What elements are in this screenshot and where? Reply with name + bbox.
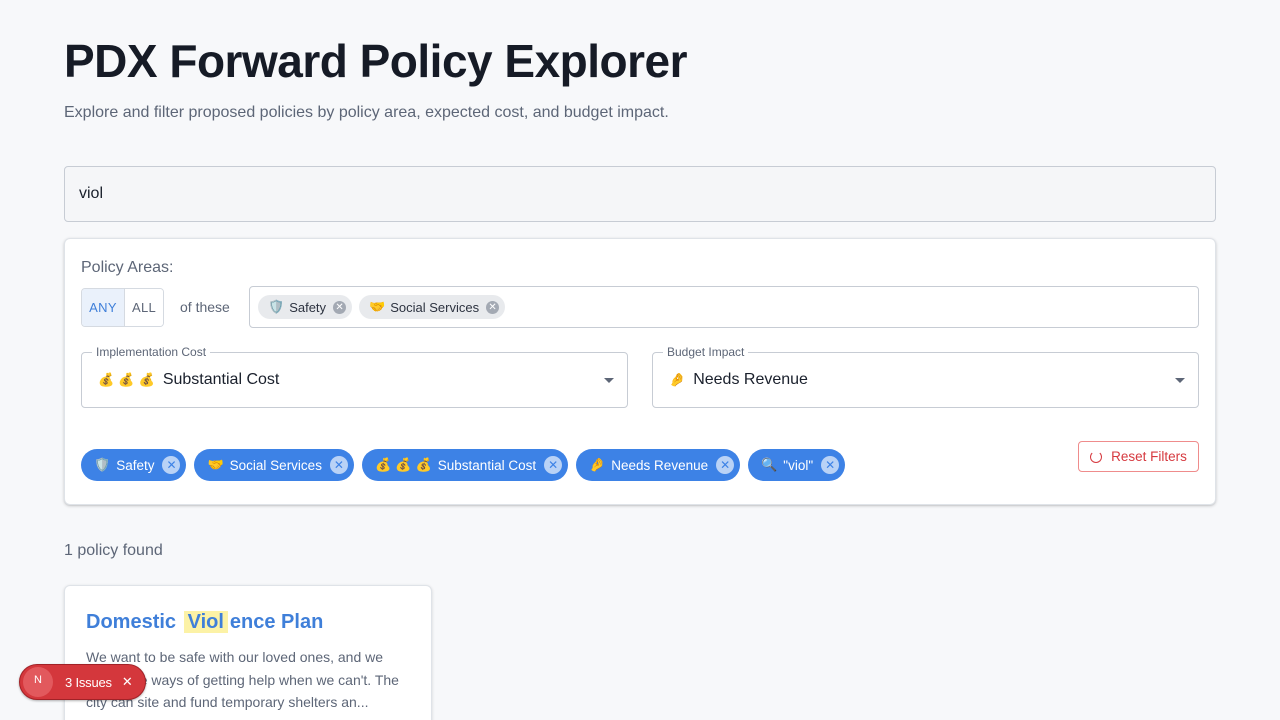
filter-panel: Policy Areas: ANY ALL of these 🛡️ Safety… bbox=[64, 238, 1216, 505]
close-icon[interactable]: ✕ bbox=[122, 675, 133, 690]
refresh-icon bbox=[1090, 450, 1103, 463]
nextjs-logo-icon: N bbox=[23, 667, 53, 697]
reset-filters-label: Reset Filters bbox=[1111, 449, 1187, 464]
page-subtitle: Explore and filter proposed policies by … bbox=[64, 104, 669, 121]
pinched-fingers-icon: 🤌 bbox=[589, 457, 606, 473]
of-these-label: of these bbox=[180, 299, 230, 315]
issues-badge[interactable]: N 3 Issues ✕ bbox=[19, 664, 146, 700]
active-chip-label: Social Services bbox=[229, 457, 322, 473]
active-chip-substantial-cost[interactable]: 💰 💰 💰 Substantial Cost ✕ bbox=[361, 449, 569, 481]
shield-icon: 🛡️ bbox=[268, 299, 285, 315]
shield-icon: 🛡️ bbox=[94, 457, 111, 473]
budget-impact-select[interactable]: Budget Impact 🤌 Needs Revenue bbox=[652, 345, 1199, 408]
active-chip-label: "viol" bbox=[783, 457, 814, 473]
reset-filters-button[interactable]: Reset Filters bbox=[1078, 441, 1199, 472]
dropdown-arrow-icon bbox=[1175, 378, 1185, 383]
page-title: PDX Forward Policy Explorer bbox=[64, 35, 688, 87]
active-chip-search[interactable]: 🔍 "viol" ✕ bbox=[748, 449, 846, 481]
remove-filter-icon[interactable]: ✕ bbox=[162, 456, 181, 474]
remove-chip-icon[interactable]: ✕ bbox=[486, 300, 500, 314]
area-chip-label: Social Services bbox=[390, 299, 480, 315]
area-chip-social-services[interactable]: 🤝 Social Services ✕ bbox=[359, 295, 506, 319]
money-bag-icon: 💰 💰 💰 bbox=[374, 457, 432, 473]
budget-impact-value: Needs Revenue bbox=[693, 371, 808, 388]
search-match-highlight: Viol bbox=[183, 611, 228, 633]
pinched-fingers-icon: 🤌 bbox=[669, 372, 686, 388]
implementation-cost-select[interactable]: Implementation Cost 💰 💰 💰 Substantial Co… bbox=[81, 345, 628, 408]
policy-areas-label: Policy Areas: bbox=[81, 259, 174, 276]
active-chip-safety[interactable]: 🛡️ Safety ✕ bbox=[81, 449, 187, 481]
implementation-cost-label: Implementation Cost bbox=[92, 345, 211, 359]
active-filter-chips: 🛡️ Safety ✕ 🤝 Social Services ✕ 💰 💰 💰 Su… bbox=[81, 449, 846, 481]
title-text: ence Plan bbox=[229, 611, 324, 633]
implementation-cost-value: Substantial Cost bbox=[162, 371, 280, 388]
results-count: 1 policy found bbox=[64, 542, 163, 559]
policy-card-title[interactable]: Domestic Viol ence Plan bbox=[86, 611, 323, 634]
match-any-button[interactable]: ANY bbox=[82, 289, 125, 326]
remove-filter-icon[interactable]: ✕ bbox=[716, 456, 735, 474]
title-text: Domestic bbox=[86, 611, 177, 633]
active-chip-label: Safety bbox=[116, 457, 155, 473]
dropdown-arrow-icon bbox=[604, 378, 614, 383]
money-bag-icon: 💰 💰 💰 bbox=[98, 372, 155, 388]
policy-area-multiselect[interactable]: 🛡️ Safety ✕ 🤝 Social Services ✕ bbox=[249, 286, 1199, 328]
active-chip-label: Substantial Cost bbox=[437, 457, 537, 473]
remove-chip-icon[interactable]: ✕ bbox=[333, 300, 347, 314]
area-chip-label: Safety bbox=[289, 299, 327, 315]
active-chip-needs-revenue[interactable]: 🤌 Needs Revenue ✕ bbox=[576, 449, 741, 481]
active-chip-social-services[interactable]: 🤝 Social Services ✕ bbox=[194, 449, 354, 481]
remove-filter-icon[interactable]: ✕ bbox=[821, 456, 840, 474]
handshake-icon: 🤝 bbox=[369, 299, 386, 315]
handshake-icon: 🤝 bbox=[207, 457, 224, 473]
search-input[interactable] bbox=[64, 166, 1216, 222]
match-all-button[interactable]: ALL bbox=[125, 289, 163, 326]
issues-label[interactable]: 3 Issues bbox=[65, 675, 112, 690]
remove-filter-icon[interactable]: ✕ bbox=[544, 456, 563, 474]
remove-filter-icon[interactable]: ✕ bbox=[329, 456, 348, 474]
magnifier-icon: 🔍 bbox=[761, 457, 778, 473]
match-mode-toggle: ANY ALL bbox=[81, 288, 164, 327]
area-chip-safety[interactable]: 🛡️ Safety ✕ bbox=[258, 295, 353, 319]
budget-impact-label: Budget Impact bbox=[663, 345, 749, 359]
active-chip-label: Needs Revenue bbox=[611, 457, 709, 473]
